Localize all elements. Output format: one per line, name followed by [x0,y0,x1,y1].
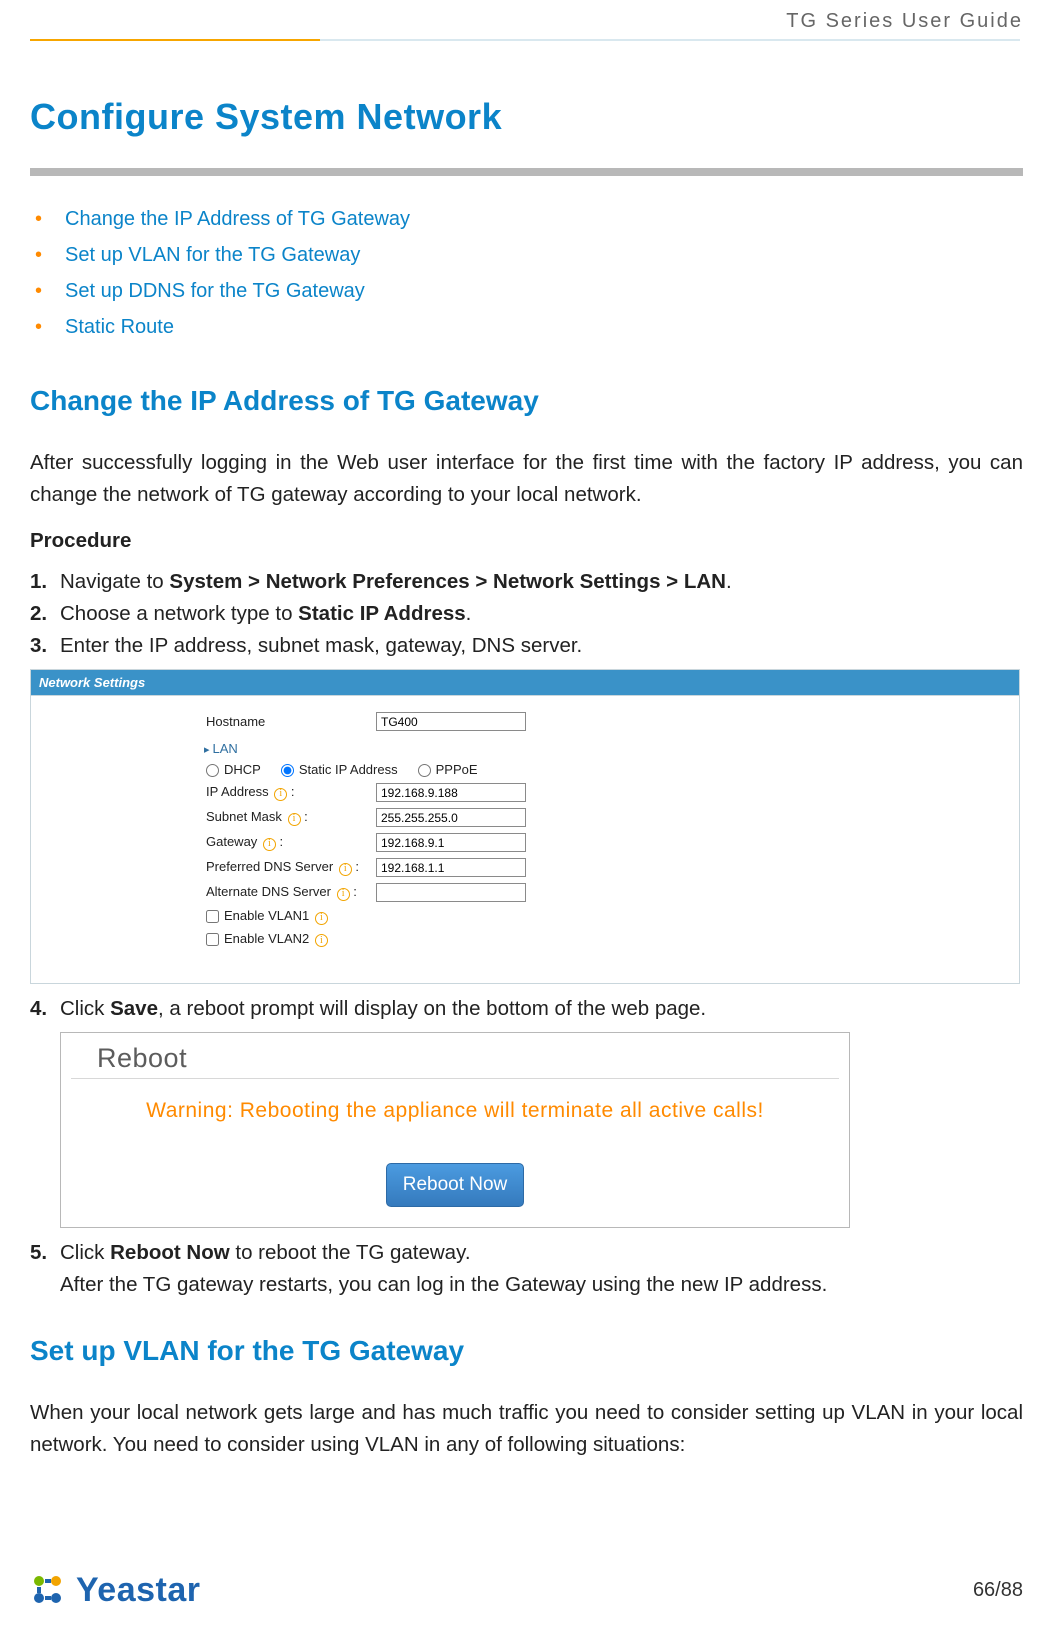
vlan1-checkbox[interactable] [206,910,219,923]
procedure-label: Procedure [30,529,1023,553]
step-2-bold: Static IP Address [298,602,465,625]
pdns-input[interactable] [376,858,526,877]
step-4: Click Save, a reboot prompt will display… [30,994,1023,1024]
toc-item[interactable]: Set up VLAN for the TG Gateway [35,237,1023,273]
brand-logo: Yeastar [30,1571,201,1610]
step-1-text-c: . [726,570,732,593]
procedure-list-cont2: Click Reboot Now to reboot the TG gatewa… [30,1238,1023,1300]
info-icon[interactable]: i [315,934,328,947]
hostname-input[interactable] [376,712,526,731]
procedure-list: Navigate to System > Network Preferences… [30,567,1023,661]
header-rule [30,39,1020,41]
reboot-warning: Warning: Rebooting the appliance will te… [61,1099,849,1123]
section1-intro: After successfully logging in the Web us… [30,447,1023,511]
brand-name: Yeastar [76,1571,201,1610]
procedure-list-cont: Click Save, a reboot prompt will display… [30,994,1023,1024]
network-type-radios: DHCP Static IP Address PPPoE [206,762,1005,777]
toc-item[interactable]: Static Route [35,309,1023,345]
network-settings-title: Network Settings [31,670,1019,696]
info-icon[interactable]: i [315,912,328,925]
step-1: Navigate to System > Network Preferences… [30,567,1023,597]
info-icon[interactable]: i [288,813,301,826]
radio-static-input[interactable] [281,764,294,777]
radio-pppoe-input[interactable] [418,764,431,777]
radio-pppoe[interactable]: PPPoE [418,762,478,777]
reboot-now-button[interactable]: Reboot Now [386,1163,525,1207]
info-icon[interactable]: i [339,863,352,876]
doc-header-title: TG Series User Guide [30,10,1023,39]
section-heading-ip: Change the IP Address of TG Gateway [30,385,1023,417]
radio-static-label: Static IP Address [299,762,398,777]
step-5-sub: After the TG gateway restarts, you can l… [60,1270,1023,1300]
lan-section-header[interactable]: LAN [204,741,1005,756]
step-5-text-a: Click [60,1241,110,1264]
mask-label: Subnet Mask [206,809,282,824]
gateway-input[interactable] [376,833,526,852]
network-settings-panel: Network Settings Hostname LAN DHCP Stati… [30,669,1020,984]
step-2-text-c: . [466,602,472,625]
adns-input[interactable] [376,883,526,902]
section2-intro: When your local network gets large and h… [30,1397,1023,1461]
step-5-text-c: to reboot the TG gateway. [230,1241,471,1264]
page-number: 66/88 [973,1579,1023,1602]
ip-input[interactable] [376,783,526,802]
step-5-bold: Reboot Now [110,1241,230,1264]
title-underline [30,168,1023,176]
hostname-label: Hostname [206,714,376,729]
reboot-panel: Reboot Warning: Rebooting the appliance … [60,1032,850,1228]
toc-item[interactable]: Set up DDNS for the TG Gateway [35,273,1023,309]
step-1-text-a: Navigate to [60,570,169,593]
radio-dhcp[interactable]: DHCP [206,762,261,777]
vlan2-checkbox[interactable] [206,933,219,946]
vlan2-label: Enable VLAN2 [224,931,309,946]
radio-dhcp-input[interactable] [206,764,219,777]
mask-input[interactable] [376,808,526,827]
ip-label: IP Address [206,784,269,799]
step-1-bold: System > Network Preferences > Network S… [169,570,726,593]
info-icon[interactable]: i [337,888,350,901]
step-3: Enter the IP address, subnet mask, gatew… [30,631,1023,661]
pdns-label: Preferred DNS Server [206,859,333,874]
radio-pppoe-label: PPPoE [436,762,478,777]
step-2-text-a: Choose a network type to [60,602,298,625]
vlan1-label: Enable VLAN1 [224,908,309,923]
info-icon[interactable]: i [263,838,276,851]
step-2: Choose a network type to Static IP Addre… [30,599,1023,629]
step-4-bold: Save [110,997,158,1020]
step-4-text-a: Click [60,997,110,1020]
info-icon[interactable]: i [274,788,287,801]
step-5: Click Reboot Now to reboot the TG gatewa… [30,1238,1023,1300]
gateway-label: Gateway [206,834,257,849]
step-4-text-c: , a reboot prompt will display on the bo… [158,997,706,1020]
reboot-heading: Reboot [71,1033,839,1079]
toc-item[interactable]: Change the IP Address of TG Gateway [35,201,1023,237]
page-title: Configure System Network [30,96,1023,138]
toc-list: Change the IP Address of TG Gateway Set … [30,201,1023,345]
adns-label: Alternate DNS Server [206,884,331,899]
section-heading-vlan: Set up VLAN for the TG Gateway [30,1335,1023,1367]
radio-dhcp-label: DHCP [224,762,261,777]
radio-static[interactable]: Static IP Address [281,762,398,777]
page-footer: Yeastar 66/88 [30,1571,1023,1610]
brand-logo-icon [30,1572,68,1610]
